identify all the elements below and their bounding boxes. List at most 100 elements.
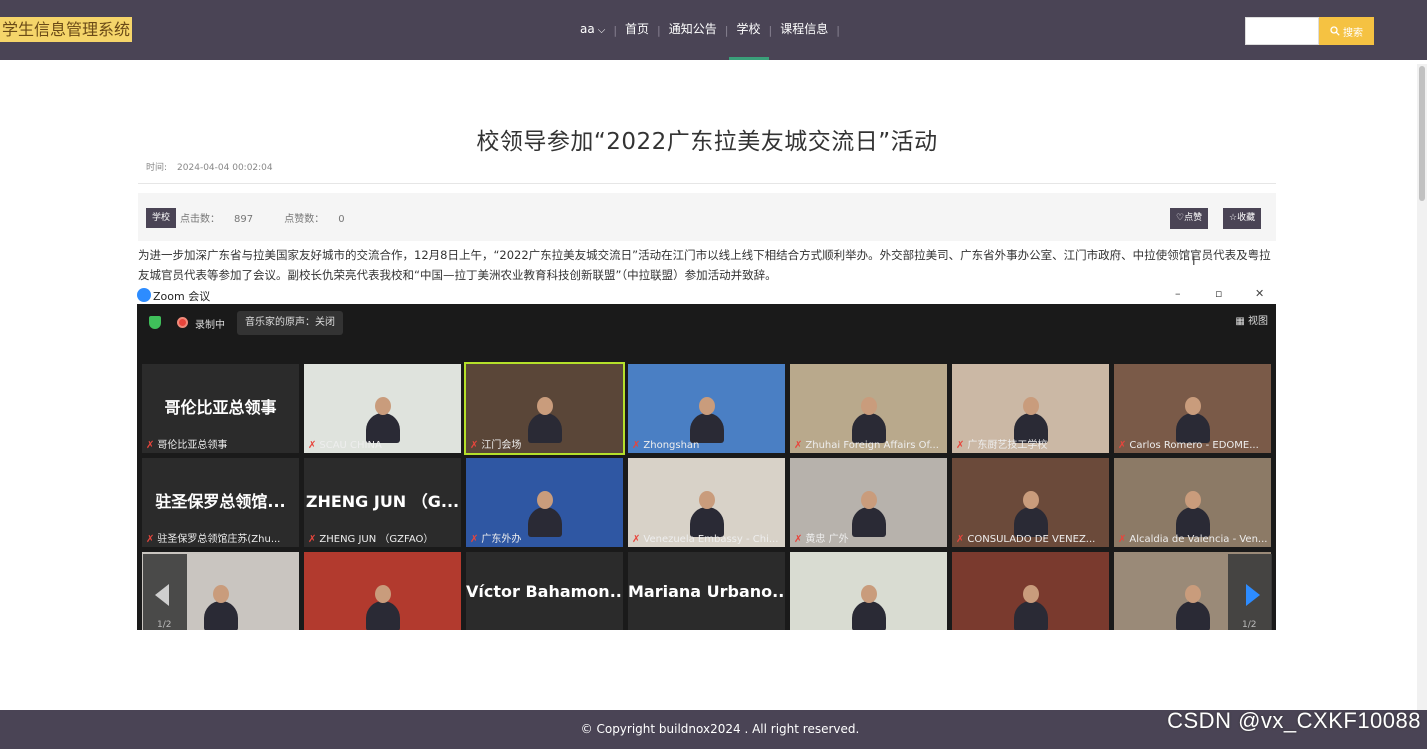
participant-video [1014, 601, 1048, 630]
nav-home[interactable]: 首页 [617, 0, 657, 60]
participant-tile: ✗ Venezuela Embassy - Chi... [628, 458, 785, 547]
participant-display-name: 哥伦比亚总领事 [164, 398, 277, 417]
user-name: aa [580, 22, 595, 36]
participant-video [1014, 507, 1048, 537]
time-value: 2024-04-04 00:02:04 [177, 163, 273, 173]
mic-muted-icon: ✗ [1118, 534, 1127, 545]
participant-video [852, 413, 886, 443]
participant-tile [790, 552, 947, 630]
participant-tile: Mariana Urbano... [628, 552, 785, 630]
participant-name: ✗ 广东外办 [470, 530, 521, 545]
article-paragraph: 为进一步加深广东省与拉美国家友好城市的交流合作，12月8日上午，“2022广东拉… [138, 248, 1271, 282]
mic-muted-icon: ✗ [470, 534, 479, 545]
divider [138, 183, 1276, 184]
participant-video [366, 413, 400, 443]
audio-status-pill: 音乐家的原声：关闭 [237, 311, 343, 335]
participant-display-name: Víctor Bahamon... [466, 582, 623, 601]
like-count-value: 0 [338, 214, 345, 225]
mic-muted-icon: ✗ [470, 440, 479, 451]
watermark: CSDN @vx_CXKF10088 [1167, 708, 1421, 733]
site-logo[interactable]: 学生信息管理系统 [0, 17, 133, 42]
mic-muted-icon: ✗ [146, 440, 155, 451]
participant-name: ✗ CONSULADO DE VENEZ... [956, 534, 1095, 545]
participant-head [699, 397, 715, 415]
participant-name: ✗ Venezuela Embassy - Chi... [632, 534, 778, 545]
participant-tile [304, 552, 461, 630]
article-stats: 点击数： 897 点赞数： 0 [180, 210, 373, 225]
like-button[interactable]: ♡点赞 [1170, 208, 1209, 229]
search-icon [1330, 26, 1340, 36]
participant-head [1023, 397, 1039, 415]
nav-divider: | [836, 23, 840, 37]
nav-courses[interactable]: 课程信息 [772, 0, 836, 60]
participant-head [537, 491, 553, 509]
participant-name: ✗ 江门会场 [470, 436, 521, 451]
close-icon: ✕ [1255, 287, 1265, 300]
participant-tile [952, 552, 1109, 630]
participant-video [690, 507, 724, 537]
next-page-button: 1/2 [1228, 554, 1272, 630]
participant-video [1176, 413, 1210, 443]
zoom-toolbar: 录制中 音乐家的原声：关闭 ▦ 视图 [137, 304, 1276, 340]
category-tag[interactable]: 学校 [146, 208, 177, 228]
participant-name-text: Carlos Romero - EDOME... [1129, 440, 1259, 451]
nav-school[interactable]: 学校 [728, 0, 769, 60]
participant-name: ✗ 广东厨艺技工学校 [956, 436, 1047, 451]
time-label: 时间: [146, 163, 168, 173]
mic-muted-icon: ✗ [956, 534, 965, 545]
participant-tile: ZHENG JUN （G... ✗ ZHENG JUN （GZFAO） [304, 458, 461, 547]
participant-tile: ✗ 黄忠 广外 [790, 458, 947, 547]
participant-tile: ✗ Carlos Romero - EDOME... [1114, 364, 1271, 453]
participant-tile: ✗ Alcaldia de Valencia - Ven... [1114, 458, 1271, 547]
participant-head [1185, 585, 1201, 603]
page-scrollbar[interactable] [1417, 64, 1427, 710]
like-count: 点赞数： 0 [284, 214, 358, 225]
zoom-window-title: Zoom 会议 [153, 290, 211, 303]
mic-muted-icon: ✗ [308, 534, 317, 545]
main-nav: aa ⌵ | 首页 | 通知公告 | 学校 | 课程信息 | [572, 0, 840, 60]
participant-video [528, 413, 562, 443]
nav-notices[interactable]: 通知公告 [661, 0, 725, 60]
participant-tile: ✗ Zhongshan [628, 364, 785, 453]
participant-name: ✗ ZHENG JUN （GZFAO） [308, 530, 433, 545]
participant-video [528, 507, 562, 537]
participant-name-text: 广东外办 [481, 534, 522, 545]
participant-tile: 驻圣保罗总领馆... ✗ 驻圣保罗总领馆庄苏(Zhu... [142, 458, 299, 547]
mic-muted-icon: ✗ [308, 440, 317, 451]
participant-video [690, 413, 724, 443]
zoom-logo-icon [137, 288, 151, 302]
participant-head [861, 397, 877, 415]
search-input[interactable] [1245, 17, 1319, 45]
search-button-label: 搜索 [1343, 27, 1363, 39]
participant-tile: ✗ 广东外办 [466, 458, 623, 547]
minimize-icon: – [1175, 287, 1181, 300]
text-cursor-icon: I [1192, 254, 1196, 268]
scrollbar-thumb[interactable] [1419, 66, 1425, 201]
participant-name-text: Zhuhai Foreign Affairs Of... [805, 440, 939, 451]
participant-name-text: ZHENG JUN （GZFAO） [319, 534, 434, 545]
mic-muted-icon: ✗ [956, 440, 965, 451]
participant-video [852, 601, 886, 630]
participant-head [1023, 585, 1039, 603]
user-menu[interactable]: aa ⌵ [572, 0, 613, 60]
zoom-titlebar: Zoom 会议 – ▫ ✕ [137, 286, 1276, 304]
participant-tile: ✗ 广东厨艺技工学校 [952, 364, 1109, 453]
record-icon [177, 317, 188, 328]
arrow-right-icon [1246, 584, 1260, 606]
mic-muted-icon: ✗ [794, 534, 803, 545]
participant-head [375, 397, 391, 415]
participant-name: ✗ 哥伦比亚总领事 [146, 436, 227, 451]
prev-page-button: 1/2 [143, 554, 187, 630]
search-button[interactable]: 搜索 [1319, 17, 1374, 45]
participant-name-text: Alcaldia de Valencia - Ven... [1129, 534, 1268, 545]
like-count-label: 点赞数： [284, 214, 325, 225]
participant-name: ✗ Alcaldia de Valencia - Ven... [1118, 534, 1267, 545]
arrow-left-icon [155, 584, 169, 606]
participant-head [1185, 397, 1201, 415]
mic-muted-icon: ✗ [794, 440, 803, 451]
restore-icon: ▫ [1215, 287, 1223, 300]
participant-name: ✗ Carlos Romero - EDOME... [1118, 440, 1259, 451]
collect-button[interactable]: ☆收藏 [1223, 208, 1262, 229]
view-label: 视图 [1248, 316, 1268, 327]
top-navbar: 学生信息管理系统 aa ⌵ | 首页 | 通知公告 | 学校 | 课程信息 | 搜… [0, 0, 1427, 60]
